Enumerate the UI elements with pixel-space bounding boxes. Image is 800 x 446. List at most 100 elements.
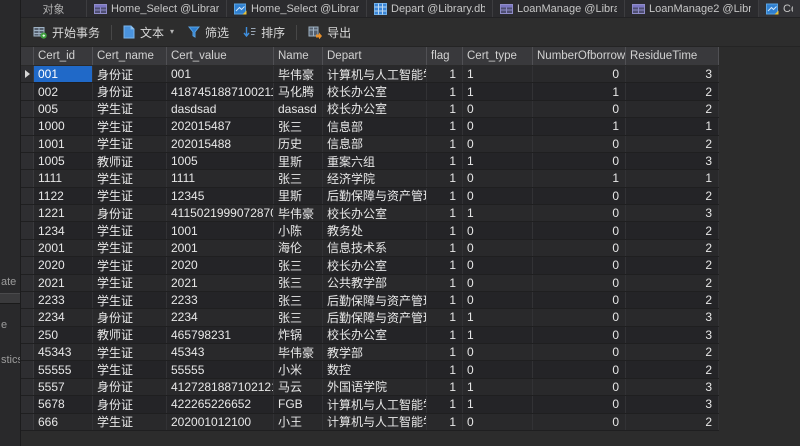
- tab-1[interactable]: Home_Select @Librar...: [87, 0, 227, 17]
- cell-Cert_value[interactable]: 2020: [167, 257, 274, 273]
- cell-Cert_type[interactable]: 1: [463, 153, 533, 169]
- column-header-Cert_name[interactable]: Cert_name: [93, 47, 167, 65]
- cell-Cert_type[interactable]: 1: [463, 327, 533, 343]
- cell-Cert_name[interactable]: 学生证: [93, 257, 167, 273]
- column-header-Cert_value[interactable]: Cert_value: [167, 47, 274, 65]
- cell-Cert_value[interactable]: 2233: [167, 292, 274, 308]
- cell-Cert_type[interactable]: 1: [463, 379, 533, 395]
- cell-Cert_value[interactable]: 422265226652: [167, 396, 274, 412]
- cell-Name[interactable]: 张三: [274, 257, 323, 273]
- row-selector[interactable]: [21, 344, 34, 360]
- cell-ResidueTime[interactable]: 2: [626, 222, 719, 238]
- cell-NumberOfborrow[interactable]: 0: [533, 257, 626, 273]
- cell-Cert_name[interactable]: 学生证: [93, 118, 167, 134]
- cell-Depart[interactable]: 数控: [323, 361, 427, 377]
- cell-Depart[interactable]: 后勤保障与资产管理处: [323, 292, 427, 308]
- cell-ResidueTime[interactable]: 3: [626, 379, 719, 395]
- cell-Cert_type[interactable]: 0: [463, 170, 533, 186]
- cell-Name[interactable]: 里斯: [274, 153, 323, 169]
- cell-ResidueTime[interactable]: 2: [626, 361, 719, 377]
- cell-Cert_type[interactable]: 1: [463, 205, 533, 221]
- column-header-Name[interactable]: Name: [274, 47, 323, 65]
- cell-flag[interactable]: 1: [427, 275, 463, 291]
- cell-Cert_name[interactable]: 学生证: [93, 292, 167, 308]
- cell-Cert_value[interactable]: 12345: [167, 188, 274, 204]
- cell-NumberOfborrow[interactable]: 0: [533, 66, 626, 82]
- row-selector[interactable]: [21, 153, 34, 169]
- cell-Cert_name[interactable]: 学生证: [93, 222, 167, 238]
- row-selector[interactable]: [21, 205, 34, 221]
- sort-button[interactable]: 排序: [236, 21, 292, 44]
- cell-NumberOfborrow[interactable]: 0: [533, 379, 626, 395]
- cell-Cert_value[interactable]: 2234: [167, 309, 274, 325]
- row-selector[interactable]: [21, 327, 34, 343]
- cell-Cert_name[interactable]: 身份证: [93, 66, 167, 82]
- cell-Name[interactable]: 张三: [274, 292, 323, 308]
- cell-Cert_value[interactable]: 41874518871002111: [167, 83, 274, 99]
- cell-Cert_id[interactable]: 2021: [34, 275, 93, 291]
- cell-NumberOfborrow[interactable]: 0: [533, 292, 626, 308]
- cell-Depart[interactable]: 经济学院: [323, 170, 427, 186]
- tab-5[interactable]: LoanManage2 @Libra...: [625, 0, 759, 17]
- row-selector[interactable]: [21, 240, 34, 256]
- cell-flag[interactable]: 1: [427, 361, 463, 377]
- cell-Depart[interactable]: 后勤保障与资产管理处: [323, 309, 427, 325]
- cell-Cert_id[interactable]: 55555: [34, 361, 93, 377]
- cell-Depart[interactable]: 教务处: [323, 222, 427, 238]
- cell-Cert_value[interactable]: 202015488: [167, 136, 274, 152]
- cell-Name[interactable]: 马化腾: [274, 83, 323, 99]
- cell-flag[interactable]: 1: [427, 344, 463, 360]
- cell-ResidueTime[interactable]: 2: [626, 275, 719, 291]
- cell-ResidueTime[interactable]: 2: [626, 240, 719, 256]
- cell-ResidueTime[interactable]: 2: [626, 101, 719, 117]
- row-selector[interactable]: [21, 275, 34, 291]
- row-selector[interactable]: [21, 257, 34, 273]
- cell-Cert_id[interactable]: 2020: [34, 257, 93, 273]
- row-selector[interactable]: [21, 414, 34, 430]
- cell-NumberOfborrow[interactable]: 0: [533, 153, 626, 169]
- row-selector[interactable]: [21, 188, 34, 204]
- cell-flag[interactable]: 1: [427, 205, 463, 221]
- cell-Cert_id[interactable]: 5557: [34, 379, 93, 395]
- column-header-Cert_type[interactable]: Cert_type: [463, 47, 533, 65]
- cell-flag[interactable]: 1: [427, 66, 463, 82]
- cell-Cert_value[interactable]: 202015487: [167, 118, 274, 134]
- filter-button[interactable]: 筛选: [181, 21, 236, 44]
- cell-NumberOfborrow[interactable]: 0: [533, 188, 626, 204]
- cell-NumberOfborrow[interactable]: 0: [533, 275, 626, 291]
- column-header-Depart[interactable]: Depart: [323, 47, 427, 65]
- cell-Name[interactable]: 小陈: [274, 222, 323, 238]
- cell-Cert_value[interactable]: 55555: [167, 361, 274, 377]
- cell-Cert_id[interactable]: 2233: [34, 292, 93, 308]
- tab-6[interactable]: CertM...: [759, 0, 800, 17]
- row-selector[interactable]: [21, 83, 34, 99]
- cell-Cert_type[interactable]: 1: [463, 396, 533, 412]
- cell-Cert_value[interactable]: dasdsad: [167, 101, 274, 117]
- cell-Cert_type[interactable]: 0: [463, 344, 533, 360]
- cell-Cert_name[interactable]: 学生证: [93, 275, 167, 291]
- cell-Cert_id[interactable]: 2234: [34, 309, 93, 325]
- cell-Depart[interactable]: 校长办公室: [323, 83, 427, 99]
- cell-Depart[interactable]: 信息部: [323, 136, 427, 152]
- cell-Depart[interactable]: 后勤保障与资产管理处: [323, 188, 427, 204]
- cell-NumberOfborrow[interactable]: 0: [533, 309, 626, 325]
- cell-flag[interactable]: 1: [427, 309, 463, 325]
- cell-NumberOfborrow[interactable]: 0: [533, 101, 626, 117]
- cell-Cert_name[interactable]: 学生证: [93, 170, 167, 186]
- cell-Cert_type[interactable]: 0: [463, 257, 533, 273]
- cell-Depart[interactable]: 信息技术系: [323, 240, 427, 256]
- cell-Depart[interactable]: 校长办公室: [323, 205, 427, 221]
- tab-4[interactable]: LoanManage @Librar...: [493, 0, 625, 17]
- cell-Cert_type[interactable]: 1: [463, 66, 533, 82]
- cell-flag[interactable]: 1: [427, 136, 463, 152]
- cell-Cert_value[interactable]: 2001: [167, 240, 274, 256]
- cell-Cert_name[interactable]: 身份证: [93, 83, 167, 99]
- cell-Cert_name[interactable]: 学生证: [93, 344, 167, 360]
- cell-Depart[interactable]: 校长办公室: [323, 327, 427, 343]
- cell-ResidueTime[interactable]: 3: [626, 66, 719, 82]
- cell-Depart[interactable]: 重案六组: [323, 153, 427, 169]
- cell-NumberOfborrow[interactable]: 0: [533, 361, 626, 377]
- tab-2[interactable]: Home_Select @Librar...: [227, 0, 367, 17]
- cell-Depart[interactable]: 教学部: [323, 344, 427, 360]
- row-selector[interactable]: [21, 396, 34, 412]
